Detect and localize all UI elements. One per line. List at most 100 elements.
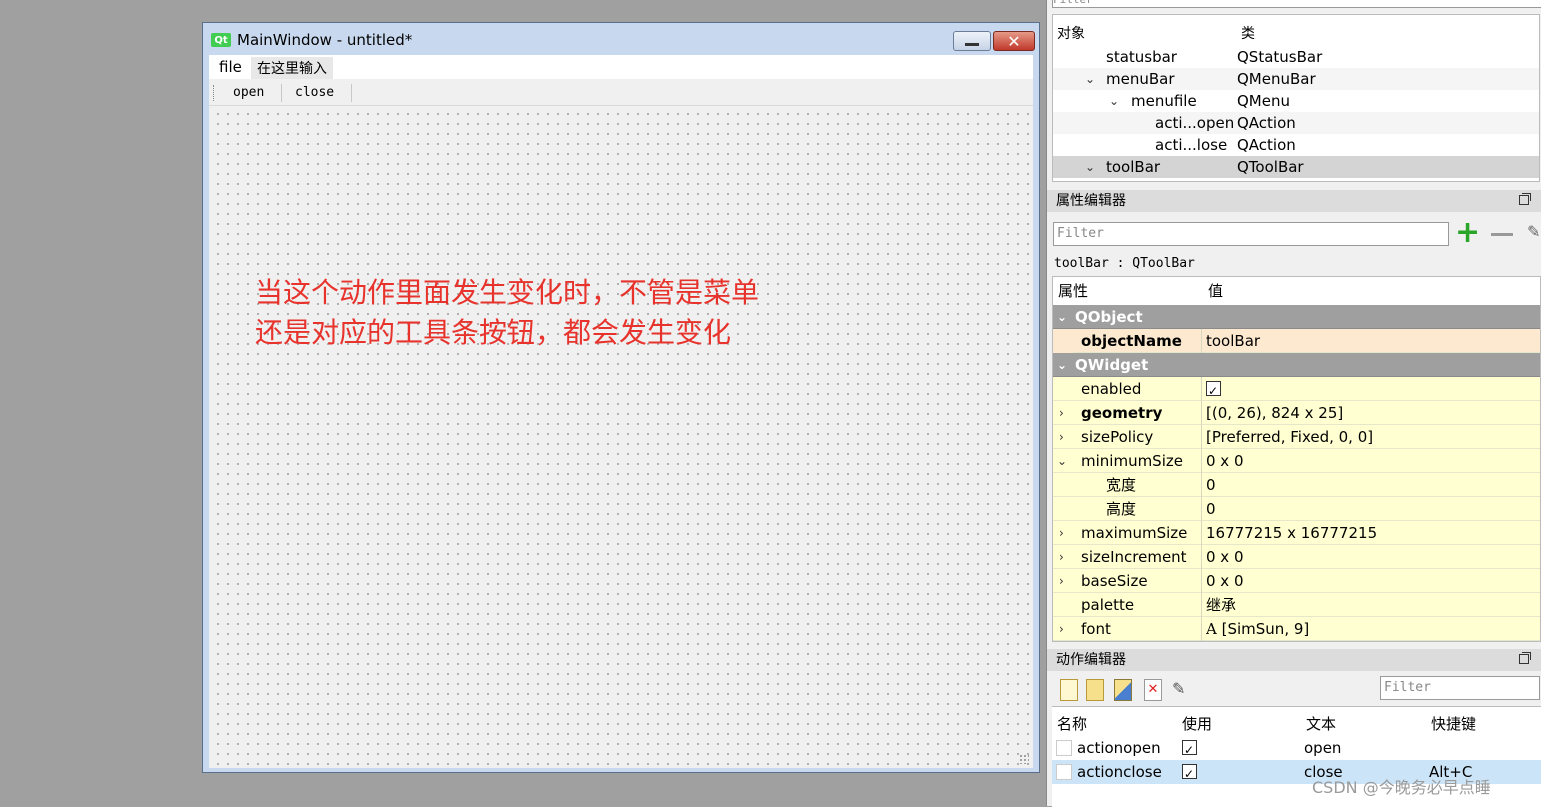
resize-grip-icon[interactable] (1019, 754, 1029, 764)
chevron-right-icon[interactable]: › (1059, 521, 1064, 545)
close-window-button[interactable]: ✕ (993, 31, 1035, 51)
column-divider (1201, 401, 1202, 425)
copy-action-icon[interactable] (1086, 679, 1104, 701)
column-divider (1201, 425, 1202, 449)
property-value[interactable]: 0 (1206, 497, 1216, 521)
add-property-plus-icon[interactable]: + (1455, 218, 1481, 248)
chevron-down-icon[interactable]: ⌄ (1085, 68, 1095, 90)
window-titlebar: Qt MainWindow - untitled* (211, 31, 412, 49)
chevron-down-icon[interactable]: ⌄ (1085, 156, 1095, 178)
property-row-height[interactable]: 高度 0 (1053, 497, 1540, 521)
menu-type-here[interactable]: 在这里输入 (251, 57, 333, 79)
toolbar-grip-handle[interactable] (213, 85, 216, 101)
enabled-checkbox[interactable] (1206, 377, 1221, 403)
delete-action-icon[interactable]: ✕ (1144, 679, 1162, 701)
annotation-line-1: 当这个动作里面发生变化时，不管是菜单 (255, 276, 760, 309)
paste-action-icon[interactable] (1114, 679, 1132, 701)
property-value[interactable]: 0 x 0 (1206, 449, 1244, 473)
chevron-down-icon[interactable]: ⌄ (1057, 305, 1067, 329)
watermark-text: CSDN @今晚务必早点睡 (1312, 778, 1491, 797)
tree-row-toolbar[interactable]: ⌄ toolBar QToolBar (1053, 156, 1539, 178)
object-inspector-tree: 对象 类 statusbar QStatusBar ⌄ menuBar QMen… (1052, 14, 1540, 182)
chevron-right-icon[interactable]: › (1059, 425, 1064, 449)
property-value[interactable]: 0 (1206, 473, 1216, 497)
col-class-header: 类 (1241, 26, 1255, 42)
tree-item-class: QStatusBar (1237, 48, 1323, 66)
dock-float-icon[interactable] (1519, 193, 1531, 205)
property-name: 宽度 (1106, 476, 1137, 494)
property-row-objectname[interactable]: objectName toolBar (1053, 329, 1540, 353)
action-filter-input[interactable]: Filter (1380, 676, 1540, 700)
tree-row-actionopen[interactable]: acti...open QAction (1053, 112, 1539, 134)
category-qwidget[interactable]: ⌄ QWidget (1053, 353, 1540, 377)
property-value[interactable]: 继承 (1206, 593, 1236, 617)
column-divider (1201, 593, 1202, 617)
configure-wrench-icon[interactable]: ✎ (1172, 679, 1188, 699)
property-value[interactable]: A [SimSun, 9] (1206, 617, 1309, 641)
menu-file[interactable]: file (219, 58, 242, 76)
chevron-right-icon[interactable]: › (1059, 545, 1064, 569)
chevron-down-icon[interactable]: ⌄ (1057, 449, 1067, 473)
column-divider (1201, 545, 1202, 569)
new-action-icon[interactable] (1060, 679, 1078, 701)
property-value[interactable]: 0 x 0 (1206, 545, 1244, 569)
chevron-down-icon[interactable]: ⌄ (1109, 90, 1119, 112)
property-row-geometry[interactable]: › geometry [(0, 26), 824 x 25] (1053, 401, 1540, 425)
tree-row-menubar[interactable]: ⌄ menuBar QMenuBar (1053, 68, 1539, 90)
chevron-right-icon[interactable]: › (1059, 617, 1064, 641)
action-editor-title: 动作编辑器 (1056, 652, 1126, 668)
checkbox-checked-icon[interactable] (1206, 379, 1221, 403)
toolbar-close-button[interactable]: close (295, 85, 334, 100)
action-row-open[interactable]: actionopen open (1052, 736, 1541, 762)
property-row-enabled[interactable]: enabled (1053, 377, 1540, 403)
form-toolbar: open close (209, 81, 1033, 106)
action-used-checkbox[interactable] (1182, 760, 1197, 786)
toolbar-separator (281, 84, 282, 102)
col-property-header: 属性 (1058, 282, 1089, 300)
property-editor-title: 属性编辑器 (1056, 193, 1126, 209)
action-editor-titlebar: 动作编辑器 (1047, 649, 1541, 671)
property-row-basesize[interactable]: › baseSize 0 x 0 (1053, 569, 1540, 593)
property-name: font (1081, 620, 1111, 638)
property-value[interactable]: [Preferred, Fixed, 0, 0] (1206, 425, 1373, 449)
dock-float-icon[interactable] (1519, 652, 1531, 664)
property-row-sizeincrement[interactable]: › sizeIncrement 0 x 0 (1053, 545, 1540, 569)
property-value[interactable]: [(0, 26), 824 x 25] (1206, 401, 1343, 425)
property-filter-input[interactable]: Filter (1053, 222, 1449, 246)
remove-property-minus-icon[interactable] (1491, 233, 1513, 236)
property-row-width[interactable]: 宽度 0 (1053, 473, 1540, 497)
property-value[interactable]: 0 x 0 (1206, 569, 1244, 593)
chevron-right-icon[interactable]: › (1059, 569, 1064, 593)
property-row-palette[interactable]: palette 继承 (1053, 593, 1540, 617)
category-label: QObject (1075, 308, 1143, 326)
property-row-minimumsize[interactable]: ⌄ minimumSize 0 x 0 (1053, 449, 1540, 473)
property-value[interactable]: 16777215 x 16777215 (1206, 521, 1377, 545)
column-divider (1201, 473, 1202, 497)
property-row-sizepolicy[interactable]: › sizePolicy [Preferred, Fixed, 0, 0] (1053, 425, 1540, 449)
property-row-maximumsize[interactable]: › maximumSize 16777215 x 16777215 (1053, 521, 1540, 545)
col-value-header: 值 (1208, 282, 1224, 300)
property-row-font[interactable]: › font A [SimSun, 9] (1053, 617, 1540, 641)
property-value[interactable]: toolBar (1206, 329, 1260, 353)
tree-item-class: QMenuBar (1237, 70, 1316, 88)
property-name: palette (1081, 596, 1135, 614)
property-name: enabled (1081, 380, 1142, 398)
chevron-down-icon[interactable]: ⌄ (1057, 353, 1067, 377)
col-object-header: 对象 (1057, 26, 1085, 42)
category-qobject[interactable]: ⌄ QObject (1053, 305, 1540, 329)
wrench-icon[interactable]: ✎ (1527, 222, 1541, 246)
minimize-button[interactable] (953, 31, 991, 51)
tree-row-menufile[interactable]: ⌄ menufile QMenu (1053, 90, 1539, 112)
form-window[interactable]: Qt MainWindow - untitled* ✕ file 在这里输入 o… (202, 22, 1040, 773)
tree-row-actionclose[interactable]: acti...lose QAction (1053, 134, 1539, 156)
toolbar-separator (351, 84, 352, 102)
design-canvas[interactable]: 当这个动作里面发生变化时，不管是菜单 还是对应的工具条按钮，都会发生变化 (209, 107, 1033, 768)
checkbox-checked-icon[interactable] (1182, 762, 1197, 786)
checkbox-checked-icon[interactable] (1182, 738, 1197, 762)
tree-item-class: QToolBar (1237, 158, 1304, 176)
action-used-checkbox[interactable] (1182, 736, 1197, 762)
chevron-right-icon[interactable]: › (1059, 401, 1064, 425)
toolbar-open-button[interactable]: open (233, 85, 264, 100)
tree-row-statusbar[interactable]: statusbar QStatusBar (1053, 46, 1539, 68)
object-filter-input[interactable]: Filter (1052, 0, 1541, 8)
